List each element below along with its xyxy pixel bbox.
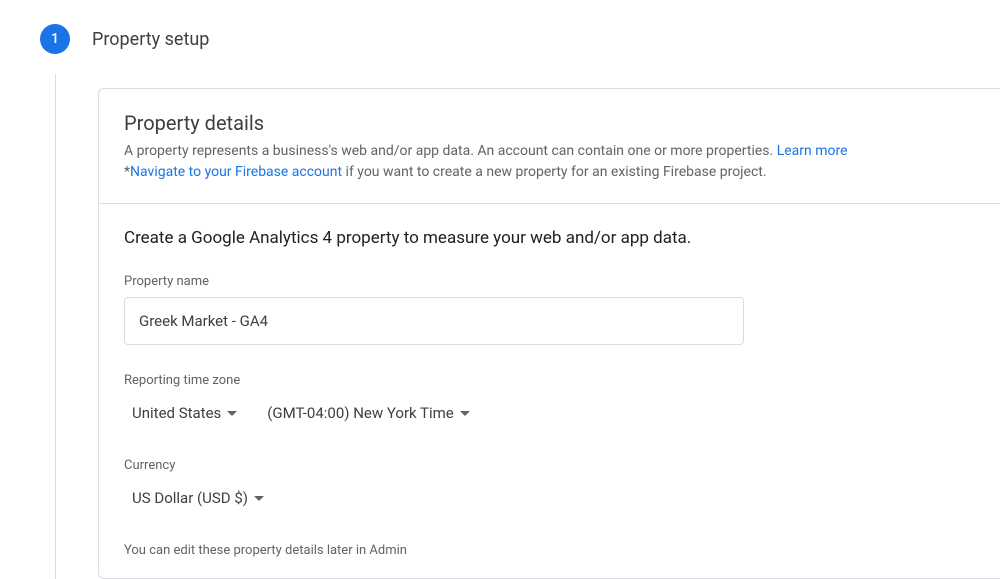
timezone-value: (GMT-04:00) New York Time (267, 404, 453, 422)
currency-dropdown-row: US Dollar (USD $) (124, 481, 975, 515)
desc-text-2b: if you want to create a new property for… (342, 164, 766, 180)
currency-label: Currency (124, 458, 975, 473)
step-number-badge: 1 (40, 24, 70, 54)
country-dropdown[interactable]: United States (132, 396, 237, 430)
learn-more-link[interactable]: Learn more (777, 143, 848, 159)
card-title: Property details (124, 111, 975, 135)
country-value: United States (132, 404, 221, 422)
card-body: Create a Google Analytics 4 property to … (99, 204, 1000, 578)
navigate-firebase-link[interactable]: Navigate to your Firebase account (130, 164, 342, 180)
timezone-dropdown-row: United States (GMT-04:00) New York Time (124, 396, 975, 430)
step-content-wrap: Property details A property represents a… (55, 74, 1000, 579)
caret-down-icon (460, 411, 470, 416)
property-name-field: Property name (124, 274, 975, 345)
card-header: Property details A property represents a… (99, 89, 1000, 204)
card-description: A property represents a business's web a… (124, 141, 975, 183)
currency-value: US Dollar (USD $) (132, 489, 248, 507)
timezone-dropdown[interactable]: (GMT-04:00) New York Time (267, 396, 469, 430)
timezone-label: Reporting time zone (124, 373, 975, 388)
caret-down-icon (254, 496, 264, 501)
timezone-field: Reporting time zone United States (GMT-0… (124, 373, 975, 430)
step-title: Property setup (92, 29, 209, 50)
property-details-card: Property details A property represents a… (98, 88, 1000, 579)
desc-text-1: A property represents a business's web a… (124, 143, 777, 159)
section-heading: Create a Google Analytics 4 property to … (124, 228, 975, 248)
currency-dropdown[interactable]: US Dollar (USD $) (132, 481, 264, 515)
edit-later-hint: You can edit these property details late… (124, 543, 975, 558)
stepper-header: 1 Property setup (0, 0, 1000, 74)
property-name-label: Property name (124, 274, 975, 289)
currency-field: Currency US Dollar (USD $) (124, 458, 975, 515)
property-name-input[interactable] (124, 297, 744, 345)
caret-down-icon (227, 411, 237, 416)
